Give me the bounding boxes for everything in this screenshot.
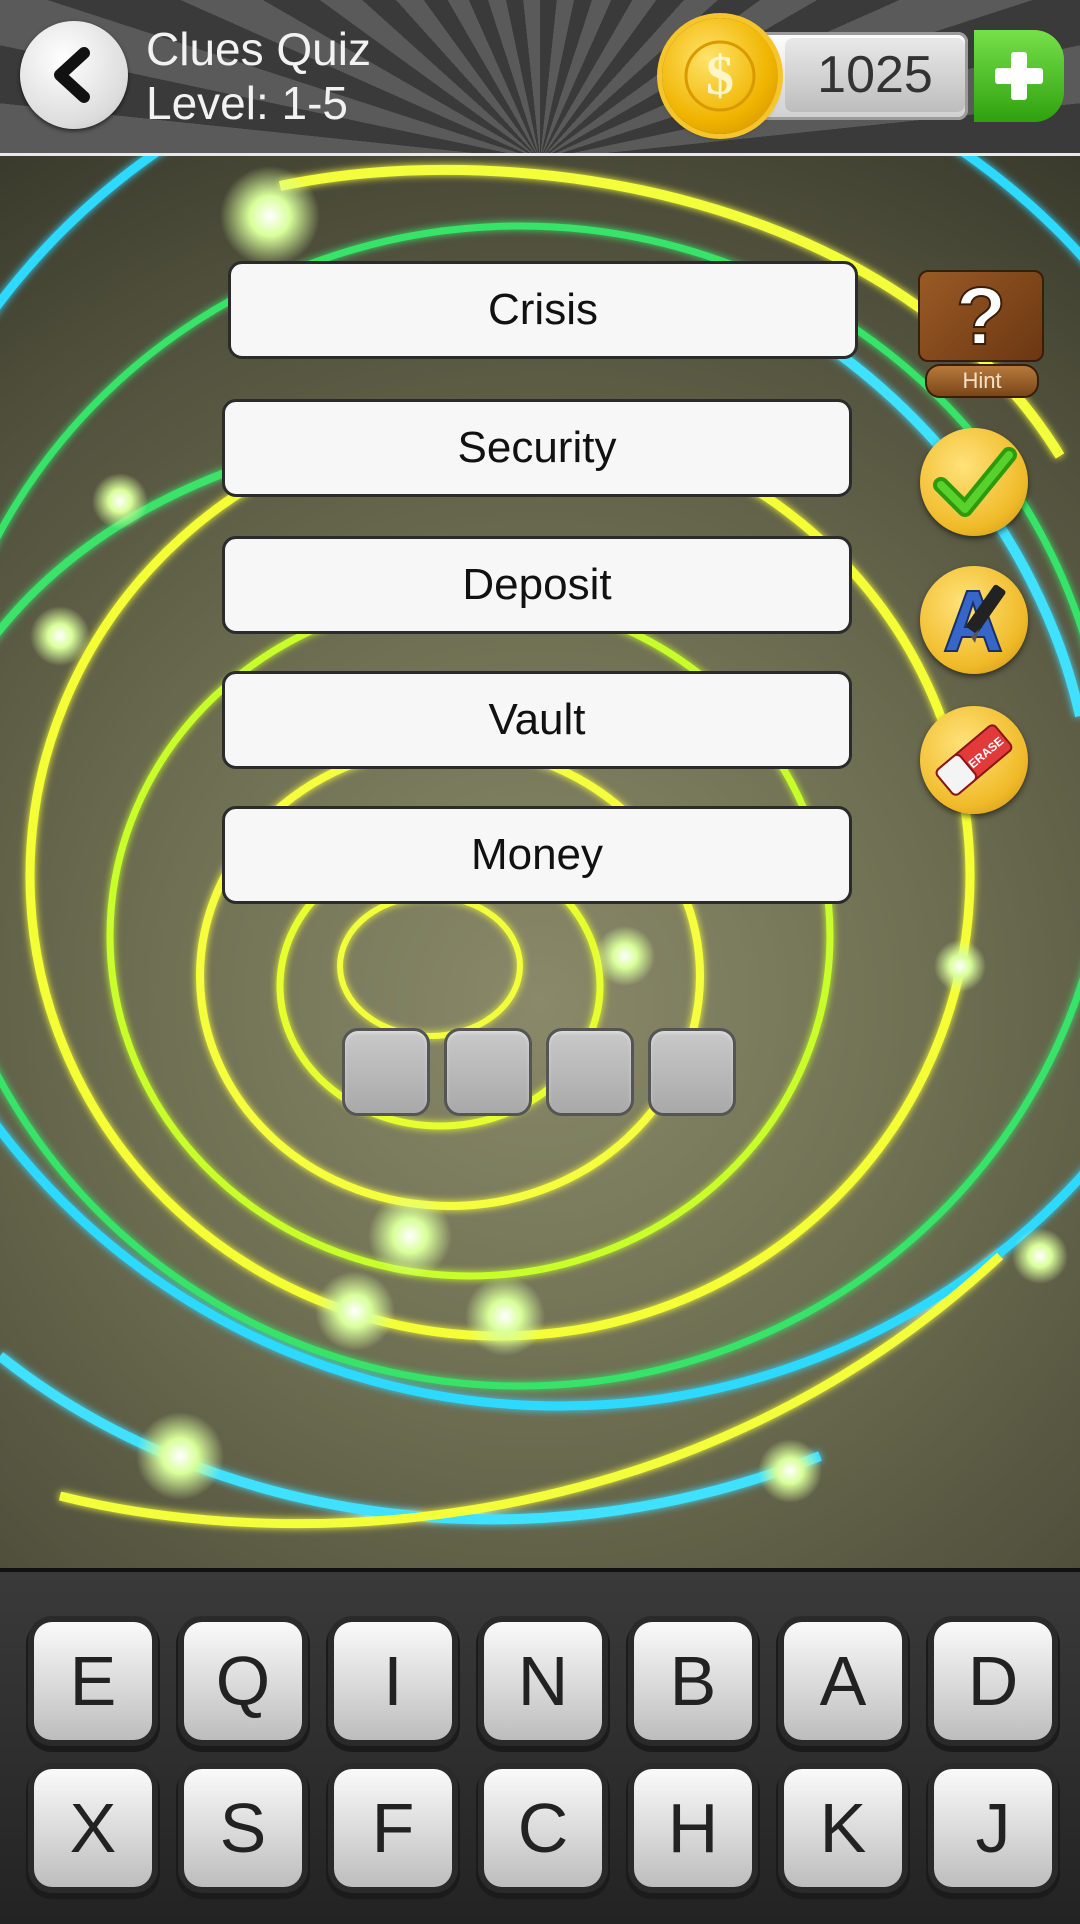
answer-slot[interactable]: [648, 1028, 736, 1116]
letter-key[interactable]: I: [334, 1622, 452, 1740]
level-label: Level: 1-5: [146, 77, 349, 129]
answer-slot[interactable]: [444, 1028, 532, 1116]
answer-slot[interactable]: [546, 1028, 634, 1116]
chevron-left-icon: [54, 47, 90, 103]
hint-label[interactable]: Hint: [925, 364, 1039, 398]
puzzle-area: Crisis Security Deposit Vault Money ? Hi…: [0, 156, 1080, 1568]
title-block: Clues Quiz Level: 1-5: [146, 22, 371, 130]
letter-key[interactable]: S: [184, 1769, 302, 1887]
letter-key[interactable]: C: [484, 1769, 602, 1887]
letter-key[interactable]: A: [784, 1622, 902, 1740]
clue-box: Crisis: [228, 261, 858, 359]
letter-key[interactable]: N: [484, 1622, 602, 1740]
eraser-icon: ERASE: [935, 724, 1013, 796]
answer-slot[interactable]: [342, 1028, 430, 1116]
hint-button[interactable]: ?: [918, 270, 1044, 362]
checkmark-icon: [933, 447, 1017, 517]
plus-icon: [995, 52, 1043, 100]
svg-text:?: ?: [956, 276, 1006, 356]
back-button[interactable]: [20, 21, 128, 129]
letter-key[interactable]: J: [934, 1769, 1052, 1887]
dollar-coin-icon: $: [662, 18, 778, 134]
letter-key[interactable]: E: [34, 1622, 152, 1740]
reveal-letter-button[interactable]: [920, 566, 1028, 674]
question-mark-icon: ?: [955, 276, 1007, 356]
clue-box: Vault: [222, 671, 852, 769]
game-title: Clues Quiz: [146, 23, 371, 75]
letter-key[interactable]: H: [634, 1769, 752, 1887]
clue-box: Deposit: [222, 536, 852, 634]
letter-key[interactable]: Q: [184, 1622, 302, 1740]
svg-text:$: $: [706, 45, 734, 107]
buy-coins-button[interactable]: [974, 30, 1064, 122]
check-answer-button[interactable]: [920, 428, 1028, 536]
letter-key[interactable]: B: [634, 1622, 752, 1740]
letter-key[interactable]: D: [934, 1622, 1052, 1740]
coin-count: 1025: [785, 38, 965, 112]
clue-box: Money: [222, 806, 852, 904]
clue-box: Security: [222, 399, 852, 497]
letter-key[interactable]: K: [784, 1769, 902, 1887]
letter-pen-icon: [943, 584, 1006, 652]
erase-button[interactable]: ERASE: [920, 706, 1028, 814]
top-bar: Clues Quiz Level: 1-5 1025 $: [0, 0, 1080, 156]
letter-key[interactable]: F: [334, 1769, 452, 1887]
letter-keyboard: E Q I N B A D X S F C H K J: [0, 1568, 1080, 1924]
letter-key[interactable]: X: [34, 1769, 152, 1887]
